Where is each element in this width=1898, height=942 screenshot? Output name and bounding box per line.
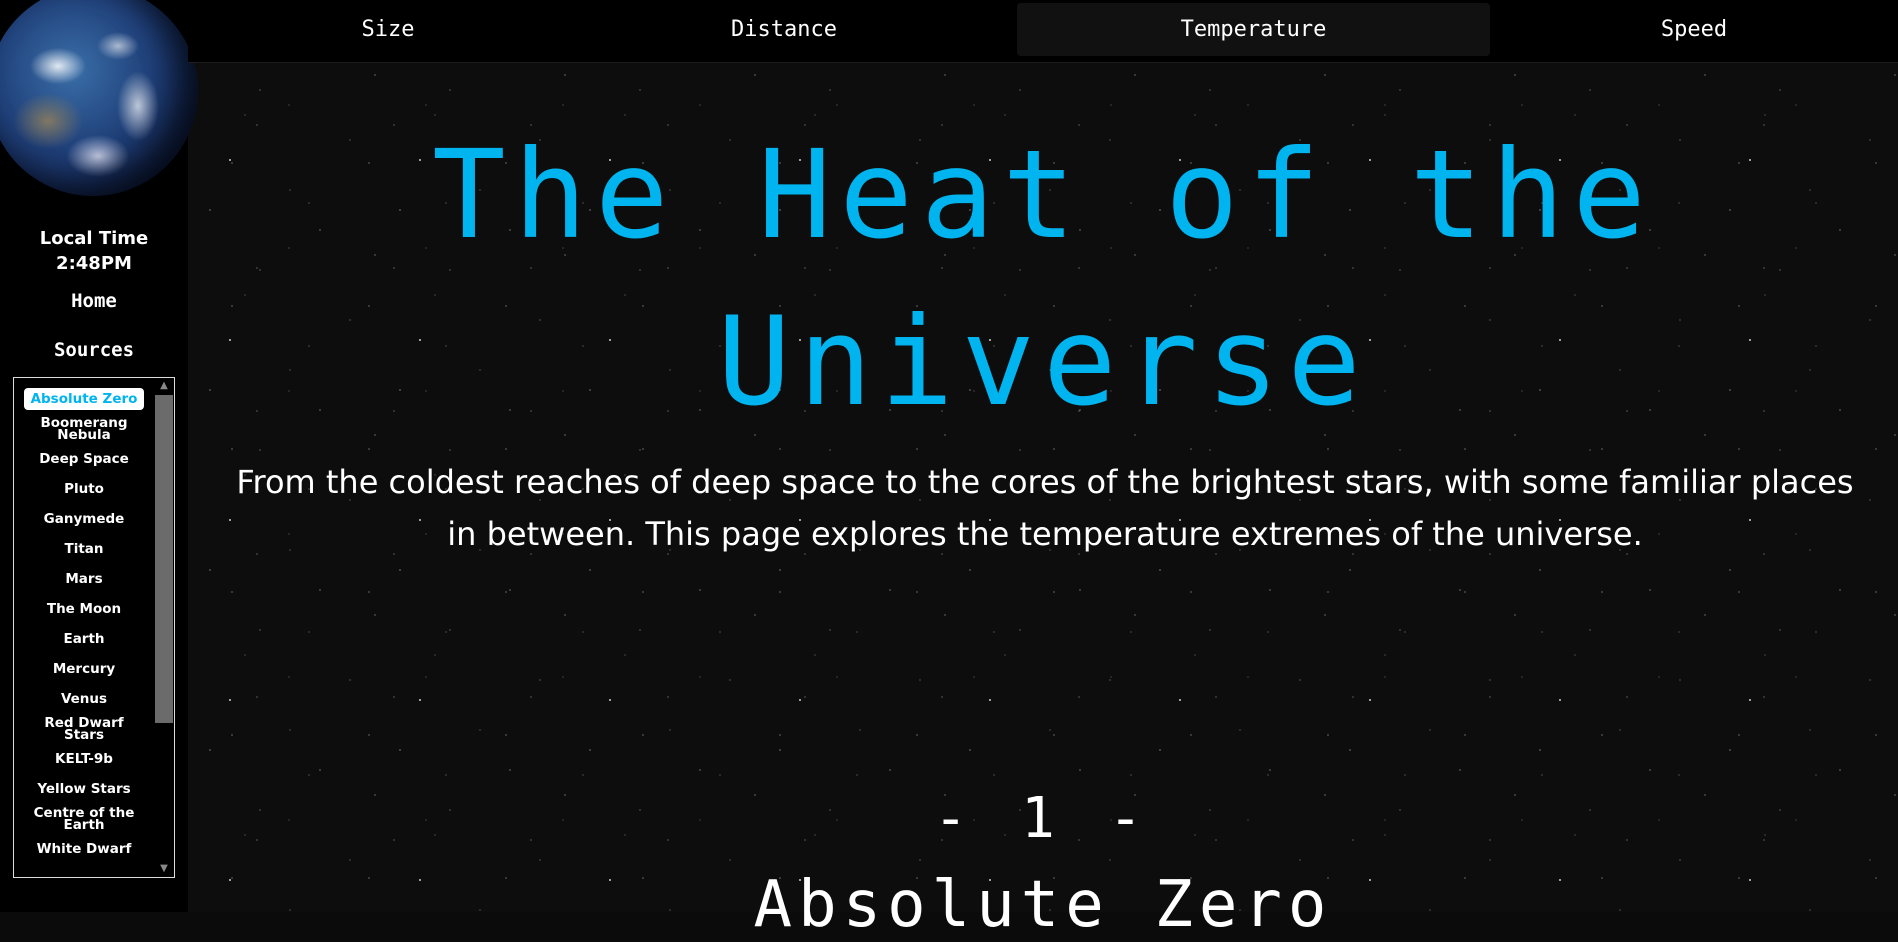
intro-paragraph: From the coldest reaches of deep space t… (236, 463, 1854, 553)
list-item-mercury[interactable]: Mercury (24, 654, 144, 684)
list-item-red-dwarf-stars[interactable]: Red Dwarf Stars (24, 714, 144, 744)
scroll-up-icon[interactable]: ▲ (154, 378, 174, 394)
tab-temperature[interactable]: Temperature (1017, 3, 1490, 56)
earth-logo-icon[interactable] (0, 0, 198, 196)
list-item-yellow-stars[interactable]: Yellow Stars (24, 774, 144, 804)
list-item-earth[interactable]: Earth (24, 624, 144, 654)
list-item-absolute-zero[interactable]: Absolute Zero (24, 388, 144, 410)
list-item-boomerang-nebula[interactable]: Boomerang Nebula (24, 414, 144, 444)
list-item-white-dwarf[interactable]: White Dwarf (24, 834, 144, 864)
page-title-line-2: Universe (717, 291, 1369, 433)
tab-speed[interactable]: Speed (1490, 3, 1898, 56)
list-item-the-moon[interactable]: The Moon (24, 594, 144, 624)
tab-size[interactable]: Size (188, 3, 588, 56)
top-nav: Size Distance Temperature Speed (188, 0, 1898, 63)
list-item-kelt-9b[interactable]: KELT-9b (24, 744, 144, 774)
list-item-venus[interactable]: Venus (24, 684, 144, 714)
local-time-label: Local Time (39, 228, 149, 249)
page-title-line-1: The Heat of the (432, 124, 1654, 266)
sidebar: Local Time 2:48PM Home Sources Absolute … (0, 0, 198, 912)
section-list[interactable]: Absolute Zero Boomerang Nebula Deep Spac… (13, 377, 175, 878)
list-item-pluto[interactable]: Pluto (24, 474, 144, 504)
list-item-titan[interactable]: Titan (24, 534, 144, 564)
local-time: Local Time 2:48PM (0, 226, 188, 276)
sources-link[interactable]: Sources (0, 339, 188, 361)
list-item-ganymede[interactable]: Ganymede (24, 504, 144, 534)
section-title: Absolute Zero (753, 868, 1333, 942)
list-item-centre-of-the-earth[interactable]: Centre of the Earth (24, 804, 144, 834)
list-item-mars[interactable]: Mars (24, 564, 144, 594)
list-item-deep-space[interactable]: Deep Space (24, 444, 144, 474)
home-link[interactable]: Home (0, 290, 188, 312)
list-scrollbar[interactable]: ▲ ▼ (154, 378, 174, 877)
section-number: - 1 - (933, 786, 1153, 851)
tab-distance[interactable]: Distance (588, 3, 980, 56)
section-list-items: Absolute Zero Boomerang Nebula Deep Spac… (14, 378, 154, 864)
local-time-value: 2:48PM (56, 253, 132, 274)
scroll-down-icon[interactable]: ▼ (154, 861, 174, 877)
page-title: The Heat of the Universe (188, 112, 1898, 446)
scroll-thumb[interactable] (155, 395, 173, 723)
